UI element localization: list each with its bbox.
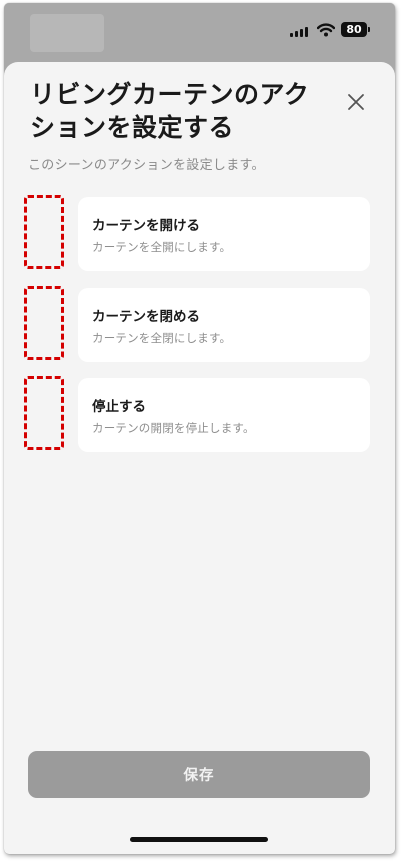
sheet-subtitle: このシーンのアクションを設定します。 <box>28 158 265 173</box>
save-button[interactable]: 保存 <box>28 751 370 798</box>
battery-level: 80 <box>346 23 362 36</box>
action-description: カーテンを全開にします。 <box>92 240 232 254</box>
annotation-dashed-box <box>24 195 64 269</box>
action-description: カーテンの開閉を停止します。 <box>92 421 255 435</box>
close-icon <box>348 94 364 110</box>
status-time-blurred <box>30 14 104 52</box>
action-label: カーテンを開ける <box>92 218 200 234</box>
home-indicator <box>130 837 268 842</box>
phone-screen: 80 リビングカーテンのアクションを設定する このシーンのアクションを設定します… <box>4 3 395 854</box>
cellular-signal-icon <box>290 27 308 37</box>
close-button[interactable] <box>342 88 370 116</box>
action-label: カーテンを閉める <box>92 309 200 325</box>
annotation-dashed-box <box>24 376 64 450</box>
annotation-dashed-box <box>24 286 64 360</box>
action-label: 停止する <box>92 399 146 415</box>
action-settings-sheet: リビングカーテンのアクションを設定する このシーンのアクションを設定します。 カ… <box>4 62 395 854</box>
battery-icon: 80 <box>341 22 367 37</box>
action-card-open[interactable]: カーテンを開ける カーテンを全開にします。 <box>78 197 370 271</box>
wifi-icon <box>317 23 335 37</box>
status-bar: 80 <box>4 3 395 59</box>
action-description: カーテンを全閉にします。 <box>92 331 232 345</box>
battery-cap <box>368 27 370 32</box>
sheet-title: リビングカーテンのアクションを設定する <box>30 80 310 142</box>
action-card-stop[interactable]: 停止する カーテンの開閉を停止します。 <box>78 378 370 452</box>
action-card-close[interactable]: カーテンを閉める カーテンを全閉にします。 <box>78 288 370 362</box>
